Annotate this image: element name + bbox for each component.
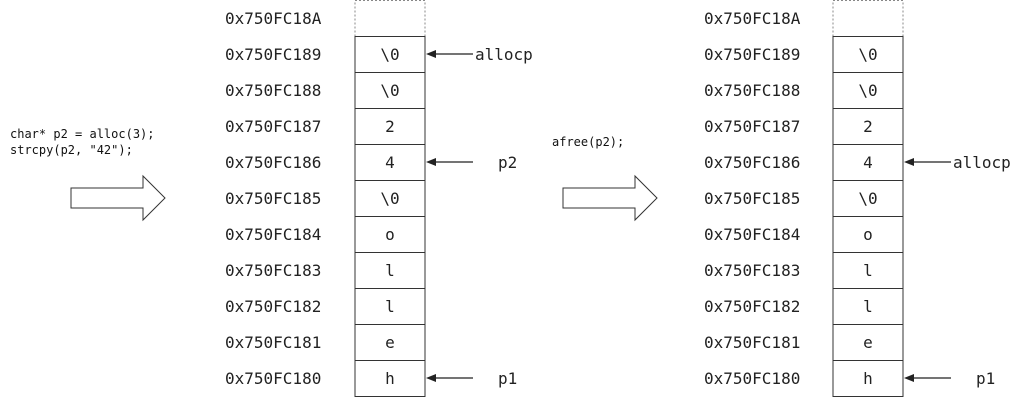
memory-cell-value: \0 xyxy=(858,189,877,208)
pointer-label-p1: p1 xyxy=(498,369,517,388)
address-label: 0x750FC186 xyxy=(704,153,800,172)
memory-cell-value: h xyxy=(863,369,873,388)
memory-cell xyxy=(832,0,904,37)
memory-cell-value: l xyxy=(385,261,395,280)
memory-diagram-canvas: 0x750FC18A 0x750FC189 \0 0x750FC188 \0 0x750F… xyxy=(10,0,1011,397)
pointer-label-p2: p2 xyxy=(498,153,517,172)
memory-cell-value: 2 xyxy=(863,117,873,136)
address-label: 0x750FC180 xyxy=(225,369,321,388)
pointer-arrow-head xyxy=(904,374,914,382)
memory-cell-value: 2 xyxy=(385,117,395,136)
memory-cell-value: 4 xyxy=(863,153,873,172)
address-label: 0x750FC186 xyxy=(225,153,321,172)
code-line: afree(p2); xyxy=(552,135,624,149)
address-label: 0x750FC189 xyxy=(704,45,800,64)
pointer-label-allocp: allocp xyxy=(953,153,1011,172)
memory-cell-value: e xyxy=(863,333,873,352)
pointer-arrow-head xyxy=(426,50,436,58)
pointer-arrow-head xyxy=(426,158,436,166)
address-label: 0x750FC180 xyxy=(704,369,800,388)
code-line: strcpy(p2, "42"); xyxy=(10,143,133,157)
memory-cell-value: l xyxy=(863,261,873,280)
memory-cell-value: l xyxy=(863,297,873,316)
address-label: 0x750FC188 xyxy=(225,81,321,100)
memory-cell-value: \0 xyxy=(380,189,399,208)
address-label: 0x750FC18A xyxy=(225,9,322,28)
address-label: 0x750FC181 xyxy=(704,333,800,352)
address-label: 0x750FC184 xyxy=(704,225,800,244)
address-label: 0x750FC181 xyxy=(225,333,321,352)
transition-arrow xyxy=(562,174,658,222)
memory-cell-value: h xyxy=(385,369,395,388)
memory-cell-value: \0 xyxy=(380,81,399,100)
address-label: 0x750FC187 xyxy=(225,117,321,136)
pointer-arrow-head xyxy=(904,158,914,166)
memory-cell-value: \0 xyxy=(380,45,399,64)
address-label: 0x750FC189 xyxy=(225,45,321,64)
memory-cell-value: e xyxy=(385,333,395,352)
address-label: 0x750FC185 xyxy=(225,189,321,208)
memory-cell-value: o xyxy=(385,225,395,244)
address-label: 0x750FC185 xyxy=(704,189,800,208)
memory-cell-value: o xyxy=(863,225,873,244)
pointer-label-allocp: allocp xyxy=(475,45,533,64)
address-label: 0x750FC184 xyxy=(225,225,321,244)
address-label: 0x750FC18A xyxy=(704,9,801,28)
memory-diagram: 0x750FC18A 0x750FC189 \0 0x750FC188 \0 0x750F… xyxy=(0,0,1035,400)
memory-cell-value: 4 xyxy=(385,153,395,172)
pointer-label-p1: p1 xyxy=(976,369,995,388)
transition-arrow xyxy=(70,174,166,222)
address-label: 0x750FC182 xyxy=(225,297,321,316)
memory-cell-value: \0 xyxy=(858,81,877,100)
memory-cell xyxy=(354,0,426,37)
pointer-arrow-head xyxy=(426,374,436,382)
address-label: 0x750FC188 xyxy=(704,81,800,100)
address-label: 0x750FC183 xyxy=(704,261,800,280)
address-label: 0x750FC187 xyxy=(704,117,800,136)
memory-cell-value: \0 xyxy=(858,45,877,64)
address-label: 0x750FC182 xyxy=(704,297,800,316)
code-line: char* p2 = alloc(3); xyxy=(10,127,155,141)
memory-cell-value: l xyxy=(385,297,395,316)
address-label: 0x750FC183 xyxy=(225,261,321,280)
